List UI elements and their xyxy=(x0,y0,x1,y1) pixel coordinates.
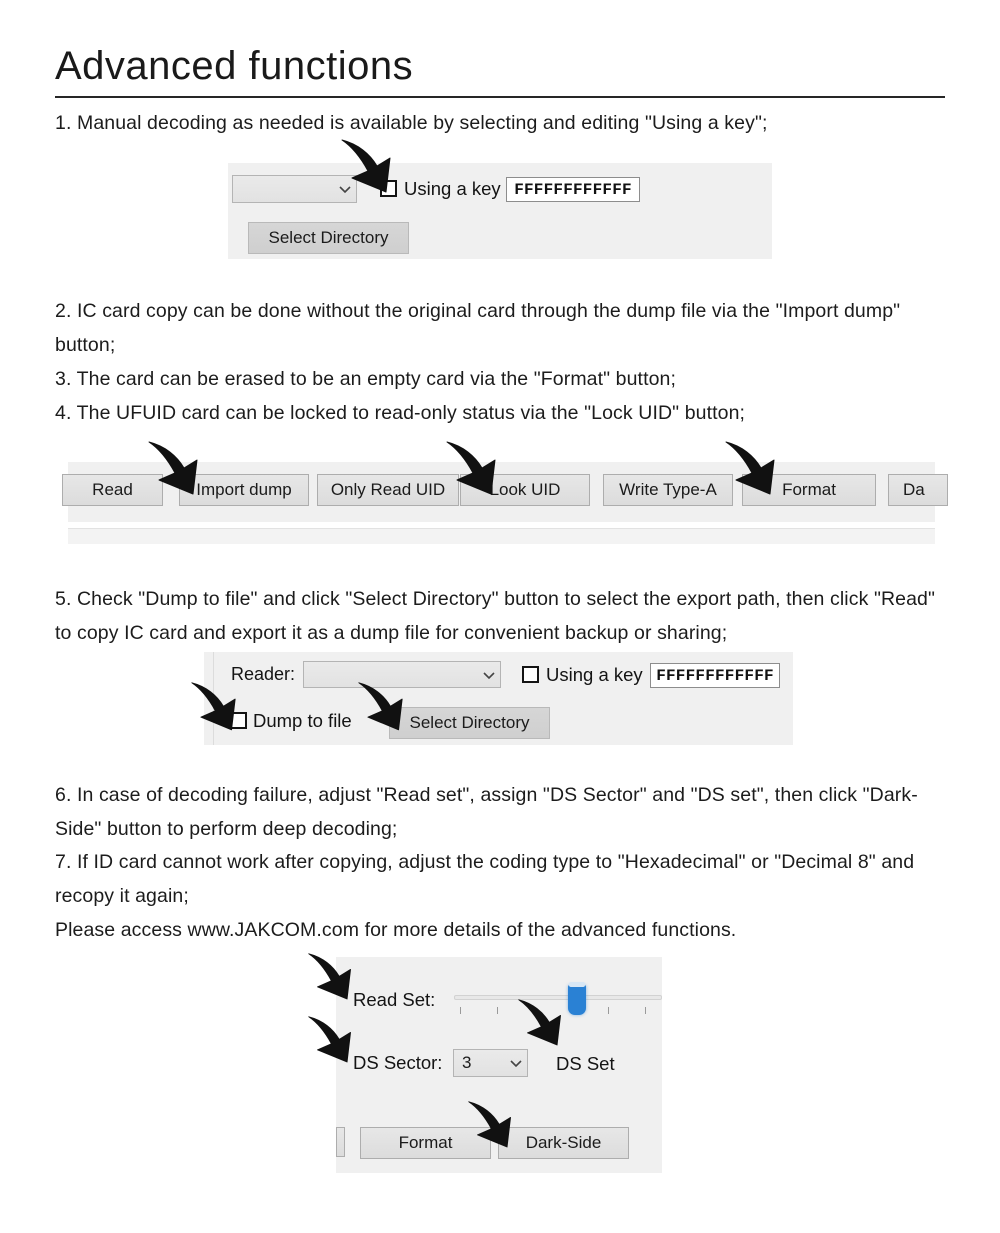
only-read-uid-button[interactable]: Only Read UID xyxy=(317,474,459,506)
annotation-arrow-import-dump xyxy=(145,440,211,502)
chevron-down-icon xyxy=(478,662,500,687)
instruction-item-7: 7. If ID card cannot work after copying,… xyxy=(55,851,920,907)
instruction-item-1: 1. Manual decoding as needed is availabl… xyxy=(55,112,768,134)
instruction-item-2: 2. IC card copy can be done without the … xyxy=(55,300,906,356)
select-directory-button[interactable]: Select Directory xyxy=(248,222,409,254)
annotation-arrow-dark-side xyxy=(465,1100,523,1154)
ds-set-label: DS Set xyxy=(556,1053,615,1074)
data-button[interactable]: Da xyxy=(888,474,948,506)
instruction-item-4: 4. The UFUID card can be locked to read-… xyxy=(55,402,746,424)
document-page: Advanced functions 1. Manual decoding as… xyxy=(0,0,1000,1233)
chevron-down-icon xyxy=(505,1050,527,1076)
read-set-label: Read Set: xyxy=(353,989,436,1010)
annotation-arrow-ds-set xyxy=(515,998,573,1052)
annotation-arrow-dump-to-file xyxy=(188,681,248,737)
key-value-input[interactable]: FFFFFFFFFFFF xyxy=(506,177,640,202)
annotation-arrow-ds-sector xyxy=(305,1015,363,1069)
title-divider xyxy=(55,96,945,98)
instruction-note: Please access www.JAKCOM.com for more de… xyxy=(55,919,737,941)
using-key-checkbox[interactable] xyxy=(522,666,539,683)
annotation-arrow-read-set xyxy=(305,952,363,1006)
ds-sector-dropdown[interactable]: 3 xyxy=(453,1049,528,1077)
toolbar-status-strip xyxy=(68,528,935,544)
instruction-item-6: 6. In case of decoding failure, adjust "… xyxy=(55,784,918,840)
instruction-item-5: 5. Check "Dump to file" and click "Selec… xyxy=(55,588,941,644)
key-value-input[interactable]: FFFFFFFFFFFF xyxy=(650,663,780,688)
instruction-item-3: 3. The card can be erased to be an empty… xyxy=(55,368,676,390)
ds-sector-label: DS Sector: xyxy=(353,1052,443,1073)
annotation-arrow-using-key xyxy=(338,138,404,200)
page-title: Advanced functions xyxy=(55,44,414,88)
key-settings-panel: Using a key FFFFFFFFFFFF Select Director… xyxy=(228,163,772,259)
ds-sector-value: 3 xyxy=(462,1053,472,1072)
reader-dump-panel: Reader: Using a key FFFFFFFFFFFF Dump to… xyxy=(204,652,793,745)
annotation-arrow-select-directory xyxy=(355,681,415,737)
using-key-label: Using a key xyxy=(546,664,643,685)
annotation-arrow-look-uid xyxy=(443,440,509,502)
partial-left-button[interactable] xyxy=(336,1127,345,1157)
annotation-arrow-format xyxy=(722,440,788,502)
using-key-label: Using a key xyxy=(404,178,501,199)
dump-to-file-label: Dump to file xyxy=(253,710,352,731)
write-type-a-button[interactable]: Write Type-A xyxy=(603,474,733,506)
